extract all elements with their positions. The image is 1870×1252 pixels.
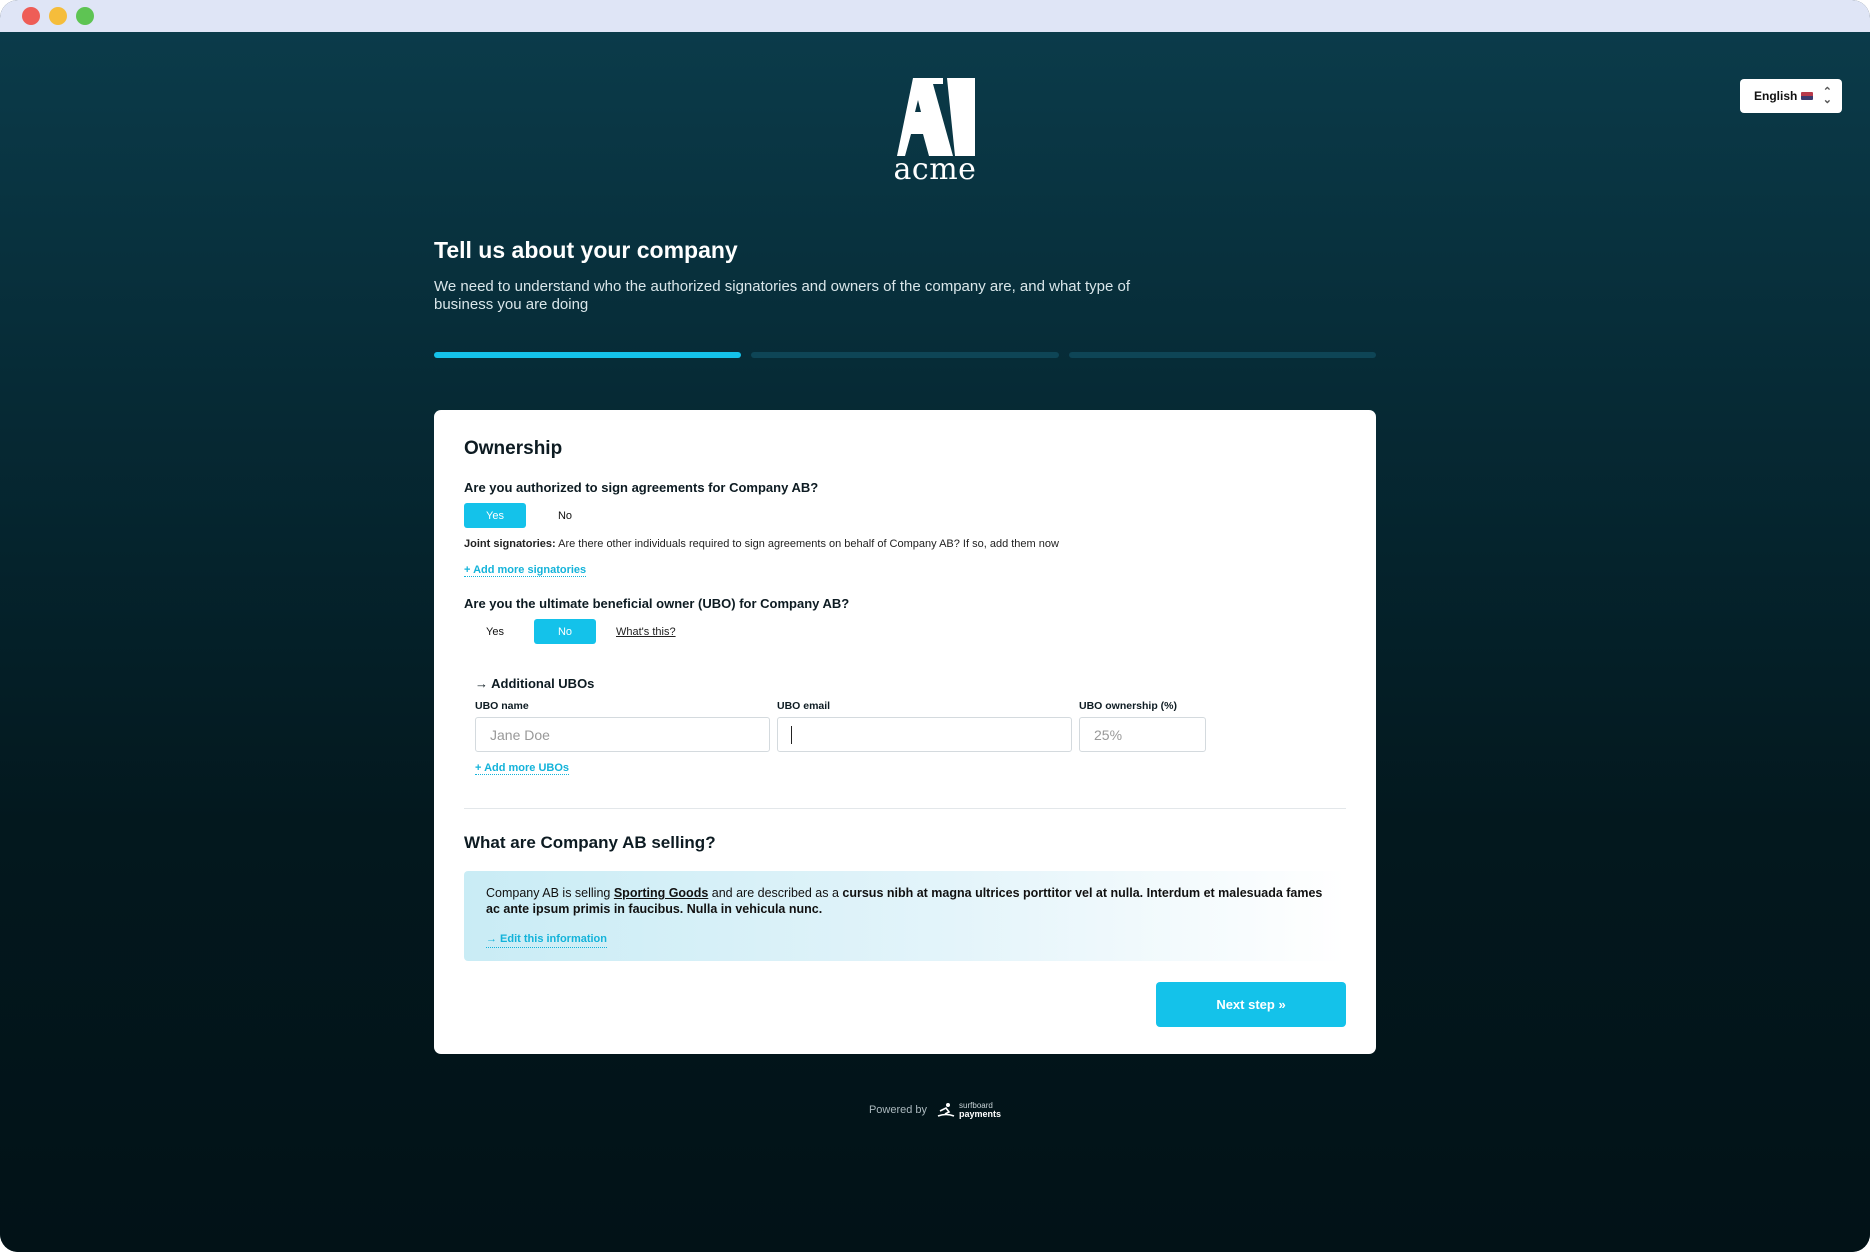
partner-name-bottom: payments [959, 1109, 1002, 1119]
window-titlebar [0, 0, 1870, 32]
add-ubos-link[interactable]: + Add more UBOs [475, 762, 570, 775]
language-select[interactable]: English ⌃ ⌄ [1740, 79, 1842, 113]
progress-step-2 [751, 352, 1059, 358]
section-divider [464, 808, 1346, 809]
browser-window: English ⌃ ⌄ acme Tell us about your compa… [0, 0, 1870, 1252]
ubo-name-field: UBO name Jane Doe [475, 700, 770, 752]
ubo-ownership-field: UBO ownership (%) 25% [1079, 700, 1206, 752]
chevron-updown-icon: ⌃ ⌄ [1822, 86, 1832, 106]
edit-information-link[interactable]: → Edit this information [486, 931, 607, 948]
selling-category: Sporting Goods [613, 886, 709, 900]
selling-mid-text: and are described as a [708, 886, 843, 900]
us-flag-icon [1801, 92, 1814, 100]
next-step-button[interactable]: Next step » [1156, 982, 1346, 1027]
whats-this-link[interactable]: What's this? [616, 626, 676, 638]
selling-heading: What are Company AB selling? [464, 833, 716, 852]
ubo-question: Are you the ultimate beneficial owner (U… [464, 596, 850, 611]
selling-description: Company AB is selling Sporting Goods and… [486, 885, 1324, 917]
authorized-yes-button[interactable]: Yes [464, 503, 526, 528]
close-window-button[interactable] [22, 7, 40, 25]
authorized-toggle: Yes No [464, 503, 1346, 528]
powered-by-text: Powered by [868, 1104, 928, 1116]
company-form-card: Ownership Are you authorized to sign agr… [434, 410, 1376, 1054]
ubo-email-label: UBO email [777, 700, 831, 712]
progress-bar [434, 352, 1376, 358]
ownership-heading: Ownership [464, 438, 563, 459]
acme-logo: acme [890, 78, 980, 187]
acme-logo-mark-icon [897, 78, 975, 156]
additional-ubos-heading: → Additional UBOs [475, 676, 595, 691]
ubo-yes-button[interactable]: Yes [464, 619, 526, 644]
ubo-name-input[interactable]: Jane Doe [475, 717, 770, 752]
brand-name: acme [893, 152, 977, 187]
text-caret [791, 725, 792, 744]
joint-signatories-text: Are there other individuals required to … [555, 538, 1059, 550]
surfboard-payments-logo: surfboard payments [937, 1102, 1002, 1119]
minimize-window-button[interactable] [49, 7, 67, 25]
selling-info-box: Company AB is selling Sporting Goods and… [464, 871, 1346, 961]
ubo-email-input[interactable] [777, 717, 1072, 752]
ubo-ownership-label: UBO ownership (%) [1079, 700, 1178, 712]
authorized-no-button[interactable]: No [534, 503, 596, 528]
ubo-name-label: UBO name [475, 700, 529, 712]
page-title: Tell us about your company [434, 237, 738, 263]
surfer-icon [937, 1103, 955, 1117]
onboarding-page: English ⌃ ⌄ acme Tell us about your compa… [0, 32, 1870, 1252]
authorized-question: Are you authorized to sign agreements fo… [464, 480, 819, 495]
selling-intro-text: Company AB is selling [486, 886, 614, 900]
hero-section: Tell us about your company We need to un… [434, 237, 1154, 314]
additional-ubos-section: → Additional UBOs UBO name Jane Doe UBO … [464, 676, 1346, 776]
ubo-toggle: Yes No What's this? [464, 619, 1346, 644]
progress-step-3 [1068, 352, 1376, 358]
page-description: We need to understand who the authorized… [434, 278, 1130, 313]
ubo-no-button[interactable]: No [534, 619, 596, 644]
language-value: English [1754, 89, 1798, 103]
joint-signatories-note: Joint signatories: Are there other indiv… [464, 538, 1346, 550]
add-signatories-link[interactable]: + Add more signatories [464, 564, 587, 577]
maximize-window-button[interactable] [76, 7, 94, 25]
ubo-email-field: UBO email [777, 700, 1072, 752]
ubo-ownership-input[interactable]: 25% [1079, 717, 1206, 752]
joint-signatories-label: Joint signatories: [464, 538, 556, 550]
powered-by-footer: Powered by surfboard payments [0, 1102, 1870, 1119]
ubo-fields-row: UBO name Jane Doe UBO email UBO ownershi… [475, 700, 1346, 752]
progress-step-1 [434, 352, 742, 358]
